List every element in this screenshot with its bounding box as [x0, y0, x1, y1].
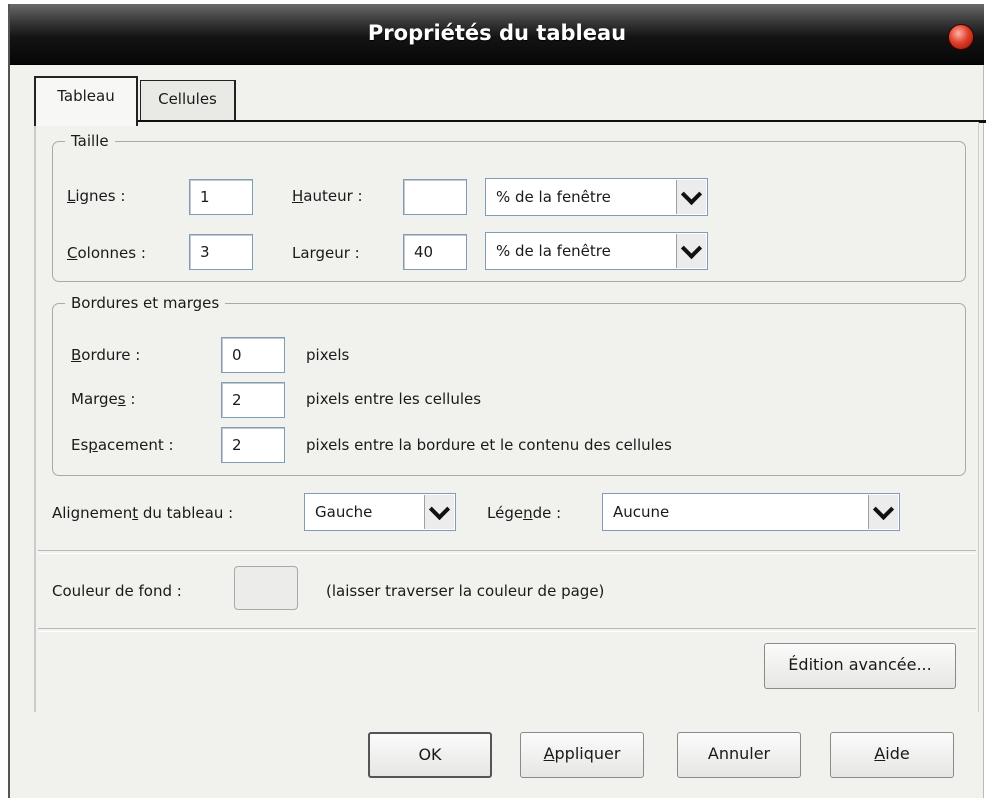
- height-label-text: auteur :: [303, 187, 363, 205]
- spacing-input[interactable]: 2: [221, 427, 285, 463]
- separator: [38, 628, 976, 632]
- caption-label-text-b: de :: [532, 504, 562, 522]
- help-button-text: ide: [885, 744, 910, 763]
- size-group-legend: Taille: [71, 132, 109, 150]
- width-label: Largeur :: [292, 244, 360, 262]
- tab-cellules[interactable]: Cellules: [140, 80, 236, 124]
- dialog-title: Propriétés du tableau: [367, 21, 627, 45]
- columns-label-accesskey: C: [67, 244, 78, 262]
- spacing-suffix: pixels entre la bordure et le contenu de…: [306, 436, 672, 454]
- columns-label: Colonnes :: [67, 244, 146, 262]
- rows-input[interactable]: 1: [189, 179, 253, 215]
- apply-button[interactable]: Appliquer: [520, 732, 644, 778]
- chevron-down-icon[interactable]: [676, 234, 706, 268]
- caption-label: Légende :: [487, 504, 561, 522]
- chevron-down-icon[interactable]: [424, 495, 454, 529]
- spacing-label-text-b: acement :: [97, 436, 174, 454]
- padding-label-text: Marge: [71, 390, 118, 408]
- rows-label-text: ignes :: [75, 187, 126, 205]
- border-input[interactable]: 0: [221, 337, 285, 373]
- height-unit-value: % de la fenêtre: [496, 188, 611, 206]
- width-unit-value: % de la fenêtre: [496, 242, 611, 260]
- background-color-swatch[interactable]: [234, 566, 298, 610]
- caption-select[interactable]: Aucune: [602, 493, 900, 531]
- caption-label-text-a: Lége: [487, 504, 524, 522]
- ok-button[interactable]: OK: [368, 732, 492, 778]
- help-button-accesskey: A: [874, 744, 886, 763]
- padding-input[interactable]: 2: [221, 382, 285, 418]
- caption-value: Aucune: [613, 503, 670, 521]
- alignment-label-text-a: Alignemen: [52, 504, 133, 522]
- alignment-select[interactable]: Gauche: [304, 493, 456, 531]
- columns-input[interactable]: 3: [189, 234, 253, 270]
- border-label-accesskey: B: [71, 346, 82, 364]
- border-label-text: ordure :: [81, 346, 141, 364]
- tab-panel-tableau: Taille Lignes : 1 Hauteur : % de la fenê…: [34, 122, 979, 712]
- spacing-label-text-a: Es: [71, 436, 89, 454]
- spacing-label-accesskey: p: [88, 436, 98, 454]
- apply-button-accesskey: A: [543, 744, 555, 763]
- spacing-label: Espacement :: [71, 436, 174, 454]
- width-input[interactable]: 40: [403, 234, 467, 270]
- border-label: Bordure :: [71, 346, 140, 364]
- rows-label: Lignes :: [67, 187, 125, 205]
- padding-suffix: pixels entre les cellules: [306, 390, 482, 408]
- close-icon[interactable]: [948, 24, 974, 50]
- background-color-label: Couleur de fond :: [52, 582, 182, 600]
- alignment-value: Gauche: [315, 503, 373, 521]
- caption-label-accesskey: n: [523, 504, 533, 522]
- height-label: Hauteur :: [292, 187, 363, 205]
- padding-label: Marges :: [71, 390, 135, 408]
- width-unit-select[interactable]: % de la fenêtre: [485, 232, 708, 270]
- dialog-window: Propriétés du tableau Tableau Cellules T…: [8, 4, 986, 798]
- advanced-edit-button[interactable]: Édition avancée...: [764, 643, 956, 689]
- borders-group-legend: Bordures et marges: [71, 294, 220, 312]
- alignment-label: Alignement du tableau :: [52, 504, 233, 522]
- border-suffix: pixels: [306, 346, 350, 364]
- chevron-down-icon[interactable]: [868, 495, 898, 529]
- height-input[interactable]: [403, 179, 467, 215]
- help-button[interactable]: Aide: [830, 732, 954, 778]
- tab-tableau[interactable]: Tableau: [34, 76, 138, 126]
- separator: [38, 550, 976, 554]
- padding-label-colon: :: [125, 390, 136, 408]
- apply-button-text: ppliquer: [554, 744, 621, 763]
- padding-label-accesskey: s: [117, 390, 126, 408]
- height-label-accesskey: H: [292, 187, 304, 205]
- height-unit-select[interactable]: % de la fenêtre: [485, 178, 708, 216]
- background-color-note: (laisser traverser la couleur de page): [326, 582, 605, 600]
- alignment-label-text-b: du tableau :: [138, 504, 234, 522]
- chevron-down-icon[interactable]: [676, 180, 706, 214]
- title-bar[interactable]: Propriétés du tableau: [10, 4, 984, 65]
- columns-label-text: olonnes :: [77, 244, 146, 262]
- cancel-button[interactable]: Annuler: [677, 732, 801, 778]
